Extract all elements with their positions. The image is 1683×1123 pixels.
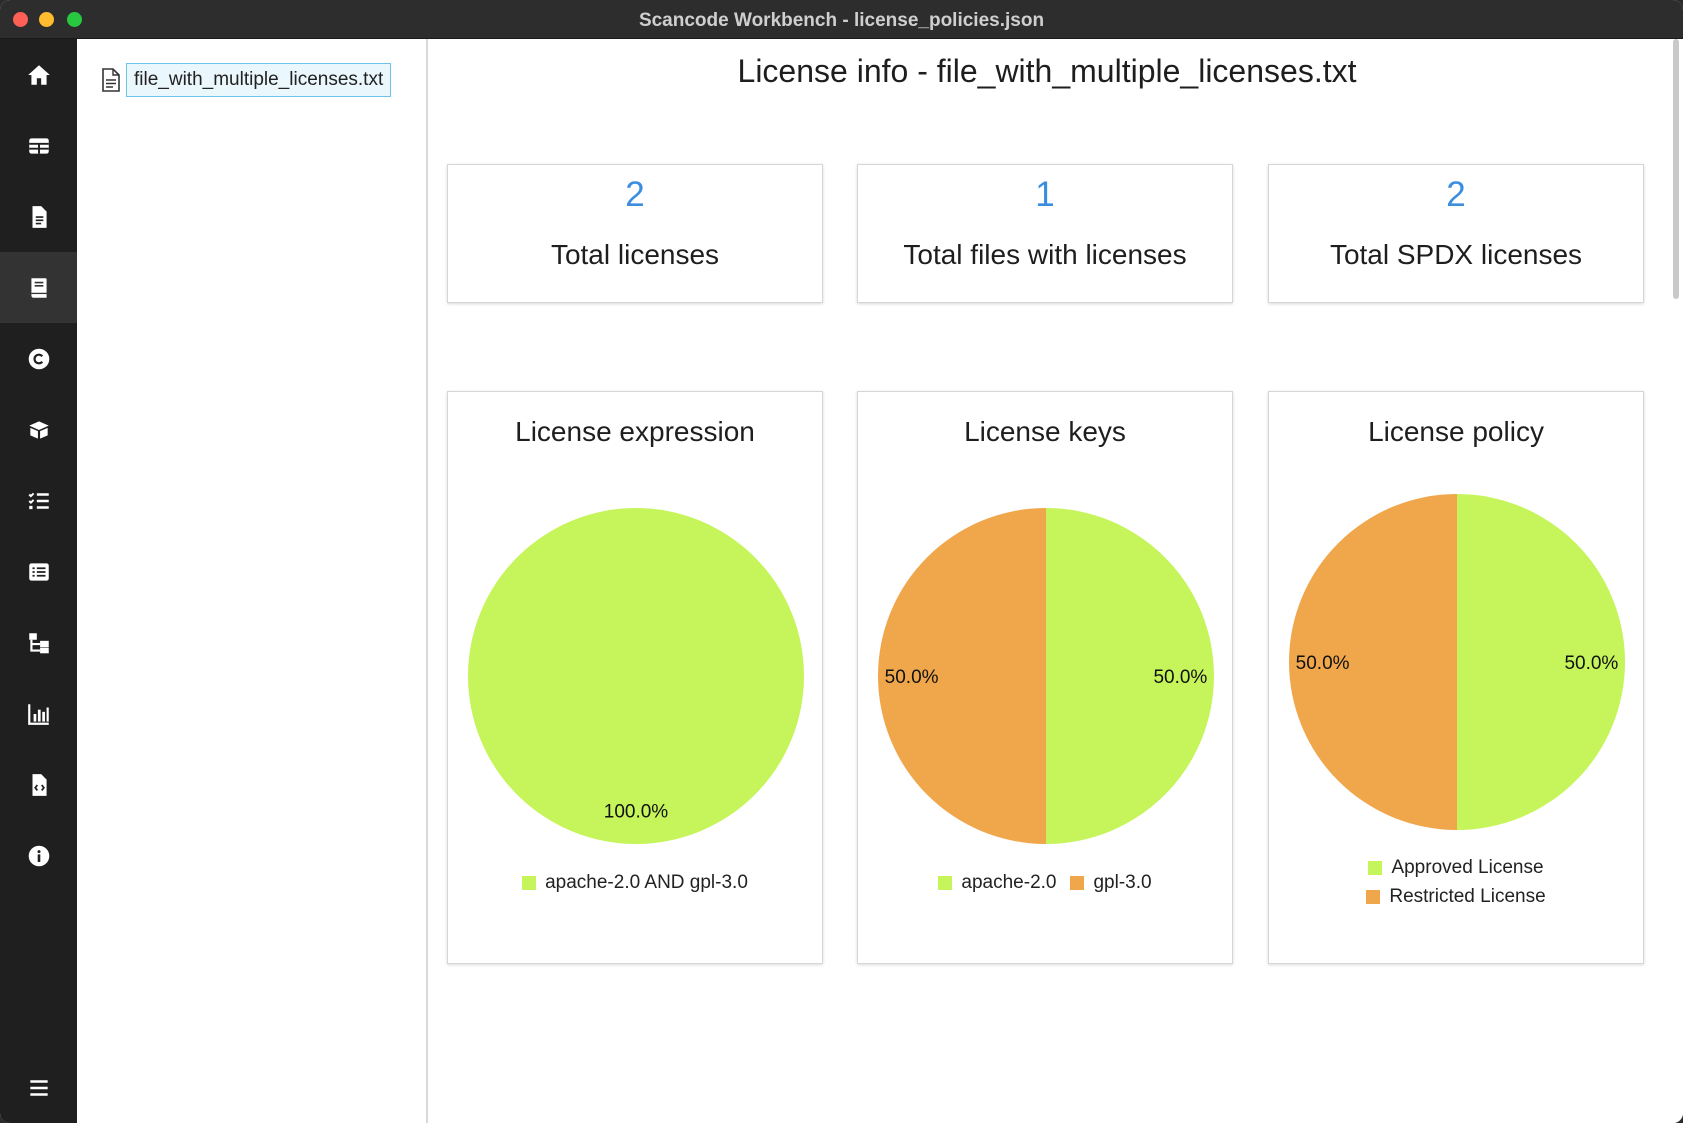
pie-slice-apache-2-0-and-gpl-3-0[interactable] <box>468 508 804 844</box>
stat-card-total-files-with-licenses: 1 Total files with licenses <box>857 164 1233 303</box>
sidebar-item-list-view[interactable] <box>0 536 77 607</box>
stat-label: Total files with licenses <box>903 239 1187 270</box>
sidebar-item-scan-info[interactable] <box>0 749 77 820</box>
sidebar-item-package-info[interactable] <box>0 394 77 465</box>
file-text-icon <box>32 205 47 228</box>
legend-label: gpl-3.0 <box>1093 872 1152 893</box>
legend-label: apache-2.0 <box>961 872 1057 893</box>
sidebar-item-chart-summary[interactable] <box>0 678 77 749</box>
file-tree-item-selected[interactable]: file_with_multiple_licenses.txt <box>126 63 392 97</box>
package-icon <box>28 420 49 439</box>
table-icon <box>28 137 49 154</box>
file-icon <box>102 68 120 92</box>
legend-item[interactable]: gpl-3.0 <box>1070 872 1152 894</box>
window-title: Scancode Workbench - license_policies.js… <box>638 10 1045 31</box>
chart-card-license-expression: License expression 100.0% apache-2.0 AND … <box>447 391 823 964</box>
license-info-panel: License info - file_with_multiple_licens… <box>429 39 1683 1123</box>
legend-item[interactable]: apache-2.0 <box>938 872 1056 894</box>
file-code-icon <box>32 773 47 796</box>
chart-card-license-keys: License keys 50.0% 50.0% apache-2.0 gpl-3.0 <box>857 391 1233 964</box>
sidebar-item-dependencies[interactable] <box>0 607 77 678</box>
legend-swatch <box>938 876 953 890</box>
home-icon <box>27 64 50 85</box>
legend-swatch <box>522 876 537 890</box>
sidebar-item-home[interactable] <box>0 39 77 110</box>
stat-value: 1 <box>1035 175 1055 214</box>
stat-value: 2 <box>625 175 645 214</box>
chart-legend: apache-2.0 gpl-3.0 <box>858 872 1232 894</box>
bar-chart-icon <box>27 703 49 725</box>
file-tree-pane: file_with_multiple_licenses.txt <box>77 39 428 1123</box>
pie-slice-label: 50.0% <box>1153 667 1207 688</box>
pie-slice-label: 50.0% <box>1564 653 1618 674</box>
stat-value: 2 <box>1446 175 1466 214</box>
sidebar-nav <box>0 39 77 1123</box>
copyright-icon <box>28 348 49 369</box>
pie-slice-label: 50.0% <box>1296 653 1350 674</box>
hamburger-menu-icon <box>29 1079 48 1096</box>
stat-label: Total licenses <box>550 239 720 270</box>
sidebar-item-table-view[interactable] <box>0 110 77 181</box>
legend-item[interactable]: Approved License <box>1368 857 1544 879</box>
sidebar-item-about[interactable] <box>0 820 77 891</box>
sidebar-menu-toggle[interactable] <box>0 1052 77 1123</box>
checklist-icon <box>28 492 49 509</box>
pie-slice-label: 50.0% <box>885 667 939 688</box>
stat-label: Total SPDX licenses <box>1329 239 1583 270</box>
sidebar-item-file-info[interactable] <box>0 181 77 252</box>
stat-card-total-spdx-licenses: 2 Total SPDX licenses <box>1268 164 1644 303</box>
app-window: Scancode Workbench - license_policies.js… <box>0 0 1683 1123</box>
legend-label: Approved License <box>1391 857 1544 878</box>
legend-swatch <box>1366 890 1381 904</box>
book-icon <box>30 277 47 298</box>
chart-card-license-policy: License policy 50.0% 50.0% Approved Licens… <box>1268 391 1644 964</box>
legend-label: Restricted License <box>1389 886 1546 907</box>
info-icon <box>28 845 49 866</box>
scrollbar[interactable] <box>1669 39 1683 299</box>
legend-item[interactable]: apache-2.0 AND gpl-3.0 <box>522 872 748 894</box>
sidebar-item-license-info[interactable] <box>0 252 77 323</box>
title-bar: Scancode Workbench - license_policies.js… <box>0 0 1683 39</box>
sidebar-item-copyright-info[interactable] <box>0 323 77 394</box>
legend-swatch <box>1368 861 1383 875</box>
folder-tree-icon <box>28 632 49 653</box>
chart-legend: Approved License Restricted License <box>1269 857 1643 908</box>
chart-legend: apache-2.0 AND gpl-3.0 <box>448 872 822 894</box>
legend-label: apache-2.0 AND gpl-3.0 <box>545 872 748 893</box>
legend-item[interactable]: Restricted License <box>1366 886 1546 908</box>
sidebar-item-license-detections[interactable] <box>0 465 77 536</box>
legend-swatch <box>1070 876 1085 890</box>
stat-card-total-licenses: 2 Total licenses <box>447 164 823 303</box>
pie-slice-label: 100.0% <box>604 801 669 822</box>
list-icon <box>28 562 49 581</box>
page-title: License info - file_with_multiple_licens… <box>737 53 1357 89</box>
